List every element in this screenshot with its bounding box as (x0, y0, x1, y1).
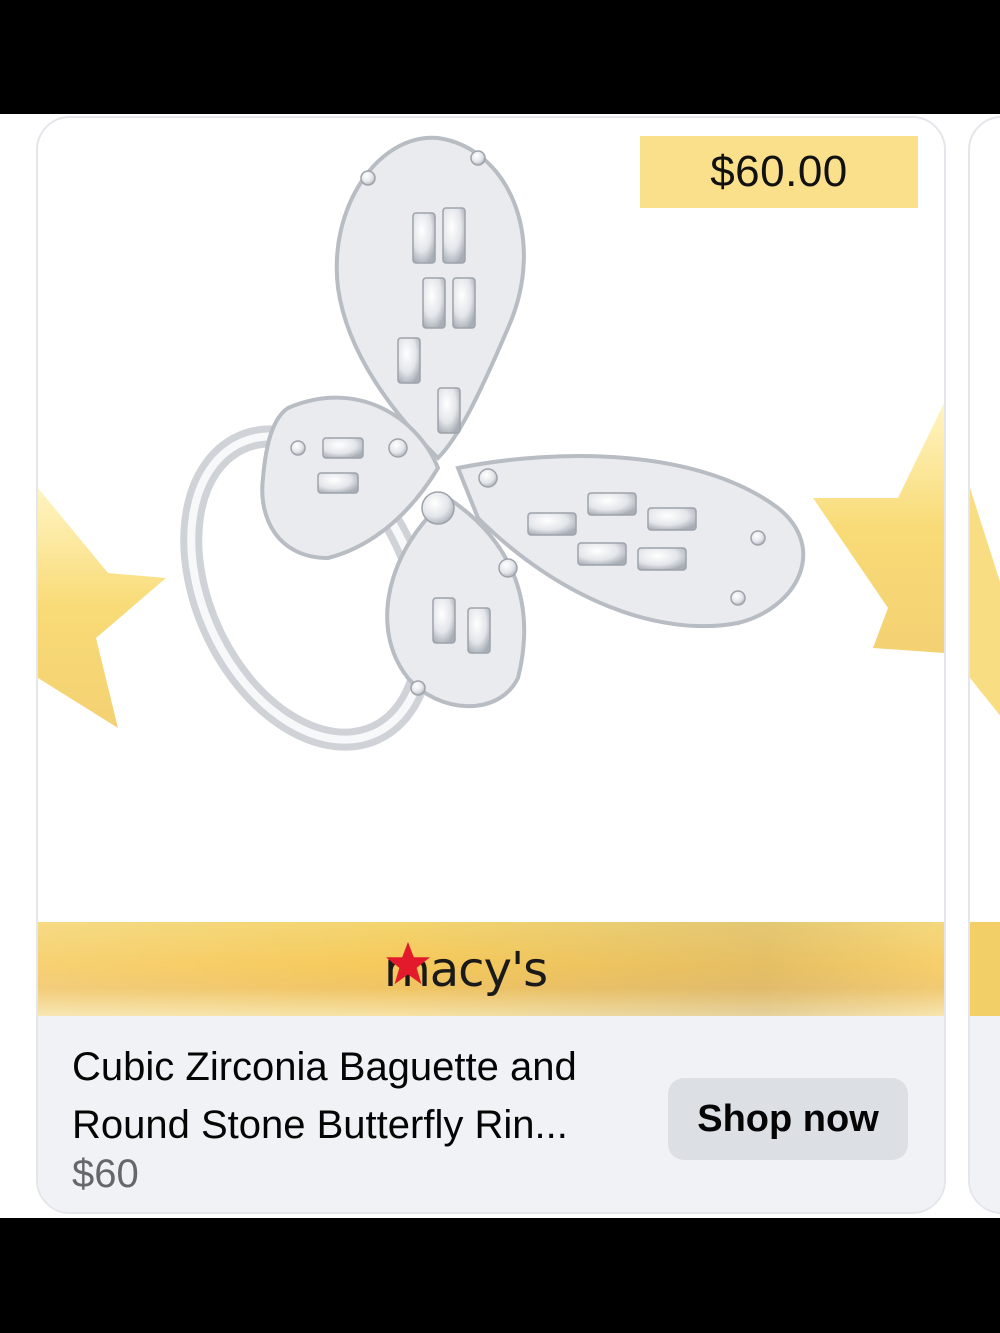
product-illustration (38, 135, 944, 751)
gold-star-left (38, 488, 166, 728)
macys-star-icon (385, 941, 431, 985)
ad-card[interactable]: $60.00 macy's Cubic Zirconia Baguette an… (36, 116, 946, 1214)
screen: $60.00 macy's Cubic Zirconia Baguette an… (0, 114, 1000, 1218)
gold-star-right (813, 403, 944, 653)
product-price: $60 (72, 1152, 139, 1196)
ad-footer: Cubic Zirconia Baguette and Round Stone … (38, 1016, 944, 1212)
product-title[interactable]: Cubic Zirconia Baguette and Round Stone … (72, 1038, 632, 1154)
macys-logo: macy's (384, 940, 548, 1000)
next-ad-card-peek[interactable] (968, 116, 1000, 1214)
shop-now-button[interactable]: Shop now (668, 1078, 908, 1160)
brand-banner: macy's (38, 922, 944, 1016)
butterfly-wings (260, 135, 806, 709)
price-tag: $60.00 (640, 136, 918, 208)
next-card-art (970, 488, 1000, 1212)
product-image[interactable]: $60.00 macy's (38, 118, 944, 1016)
